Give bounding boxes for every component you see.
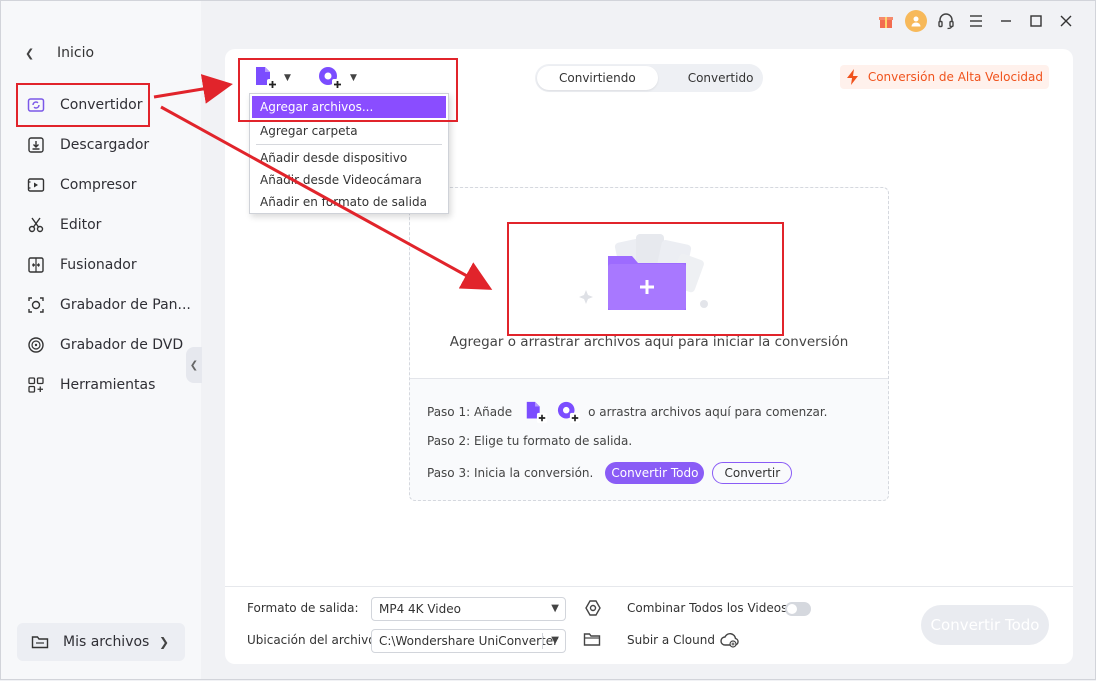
merge-icon <box>28 257 44 273</box>
sidebar: ❮ Inicio Convertidor Descargador Compres… <box>1 1 201 679</box>
gift-icon[interactable] <box>871 9 901 33</box>
add-file-icon <box>256 67 278 90</box>
add-from-disc-button[interactable]: ▼ <box>317 65 357 91</box>
sidebar-item-label: Descargador <box>60 137 150 153</box>
sidebar-item-fusionador[interactable]: Fusionador <box>1 245 201 285</box>
disc-add-icon <box>319 67 343 90</box>
step-1: Paso 1: Añade o arrastra archivos aquí p… <box>427 400 828 424</box>
tools-grid-icon <box>28 377 44 393</box>
sidebar-item-herramientas[interactable]: Herramientas <box>1 365 201 405</box>
high-speed-conversion-toggle[interactable]: Conversión de Alta Velocidad <box>839 65 1049 89</box>
back-home-label: Inicio <box>57 45 95 61</box>
sidebar-item-label: Herramientas <box>60 377 156 393</box>
converter-icon <box>27 98 45 112</box>
sidebar-item-label: Editor <box>60 217 102 233</box>
upload-cloud-label: Subir a Clound <box>627 633 715 647</box>
disc-icon <box>28 337 44 353</box>
convert-all-small-button[interactable]: Convertir Todo <box>605 462 705 484</box>
sidebar-nav: Convertidor Descargador Compresor Editor… <box>1 85 201 405</box>
menu-icon[interactable] <box>961 9 991 33</box>
add-files-button[interactable]: ▼ <box>253 65 291 91</box>
add-files-dropdown-menu: Agregar archivos... Agregar carpeta Añad… <box>249 93 449 214</box>
sidebar-item-label: Convertidor <box>60 97 143 113</box>
app-window: ❮ Inicio Convertidor Descargador Compres… <box>0 0 1096 680</box>
sidebar-item-label: Grabador de Pan... <box>60 297 191 313</box>
menu-item-add-in-output-format[interactable]: Añadir en formato de salida <box>250 191 448 213</box>
sidebar-item-label: Grabador de DVD <box>60 337 184 353</box>
my-files-button[interactable]: Mis archivos ❯ <box>17 623 185 661</box>
menu-item-add-from-camcorder[interactable]: Añadir desde Videocámara <box>250 169 448 191</box>
disc-add-icon[interactable] <box>556 400 582 424</box>
sidebar-item-grabador-dvd[interactable]: Grabador de DVD <box>1 325 201 365</box>
output-format-label: Formato de salida: <box>247 601 359 615</box>
drop-zone-upper <box>410 188 888 379</box>
folder-add-illustration[interactable] <box>578 230 718 314</box>
step-1-prefix: Paso 1: Añade <box>427 405 513 419</box>
folder-icon <box>31 636 49 649</box>
screen-record-icon <box>28 297 44 313</box>
output-format-value: MP4 4K Video <box>379 602 461 616</box>
chevron-left-icon: ❮ <box>189 359 199 371</box>
close-icon[interactable] <box>1051 9 1081 33</box>
file-location-label: Ubicación del archivo: <box>247 633 380 647</box>
compress-icon <box>27 178 45 192</box>
menu-item-add-files[interactable]: Agregar archivos... <box>252 96 446 118</box>
my-files-label: Mis archivos <box>63 634 150 650</box>
sidebar-item-label: Compresor <box>60 177 137 193</box>
sidebar-item-convertidor[interactable]: Convertidor <box>1 85 201 125</box>
sidebar-collapse-toggle[interactable]: ❮ <box>186 347 202 383</box>
merge-videos-label: Combinar Todos los Videos <box>627 601 788 615</box>
step-3: Paso 3: Inicia la conversión. Convertir … <box>427 462 793 484</box>
drop-zone-text: Agregar o arrastrar archivos aquí para i… <box>449 334 849 350</box>
drop-zone[interactable]: Agregar o arrastrar archivos aquí para i… <box>409 187 889 501</box>
headset-support-icon[interactable] <box>931 9 961 33</box>
format-settings-icon[interactable] <box>583 598 603 618</box>
chevron-down-icon: ▼ <box>284 73 291 83</box>
output-format-select[interactable]: MP4 4K Video ▼ <box>371 597 566 621</box>
download-icon <box>28 137 44 153</box>
scissors-icon <box>28 217 44 233</box>
bottom-bar: Formato de salida: MP4 4K Video ▼ Combin… <box>225 586 1073 665</box>
open-folder-icon[interactable] <box>583 631 601 647</box>
titlebar-controls <box>871 9 1081 33</box>
status-tabs: Convirtiendo Convertido <box>535 64 763 92</box>
high-speed-label: Conversión de Alta Velocidad <box>867 70 1043 84</box>
menu-separator <box>256 144 442 145</box>
chevron-down-icon: ▼ <box>350 73 357 83</box>
back-home-link[interactable]: ❮ Inicio <box>25 43 94 63</box>
sidebar-item-descargador[interactable]: Descargador <box>1 125 201 165</box>
file-location-select[interactable]: C:\Wondershare UniConverter ▼ <box>371 629 566 653</box>
chevron-left-icon: ❮ <box>25 46 35 60</box>
step-3-text: Paso 3: Inicia la conversión. <box>427 466 594 480</box>
chevron-down-icon: ▼ <box>551 603 559 614</box>
add-file-icon[interactable] <box>524 400 548 424</box>
tab-convirtiendo[interactable]: Convirtiendo <box>537 66 658 90</box>
step-1-suffix: o arrastra archivos aquí para comenzar. <box>588 405 828 419</box>
sidebar-item-grabador-pantalla[interactable]: Grabador de Pan... <box>1 285 201 325</box>
toggle-knob <box>787 604 797 614</box>
convert-all-button[interactable]: Convertir Todo <box>921 605 1049 645</box>
sidebar-item-compresor[interactable]: Compresor <box>1 165 201 205</box>
menu-item-add-folder[interactable]: Agregar carpeta <box>250 120 448 142</box>
user-avatar-icon[interactable] <box>901 9 931 33</box>
lightning-icon <box>846 69 858 85</box>
minimize-icon[interactable] <box>991 9 1021 33</box>
convert-small-button[interactable]: Convertir <box>712 462 793 484</box>
step-2: Paso 2: Elige tu formato de salida. <box>427 434 633 448</box>
chevron-right-icon: ❯ <box>158 635 169 649</box>
chevron-down-icon: ▼ <box>551 635 559 646</box>
sidebar-item-editor[interactable]: Editor <box>1 205 201 245</box>
tab-convertido[interactable]: Convertido <box>662 66 780 90</box>
sidebar-item-label: Fusionador <box>60 257 137 273</box>
menu-item-add-from-device[interactable]: Añadir desde dispositivo <box>250 147 448 169</box>
maximize-icon[interactable] <box>1021 9 1051 33</box>
select-divider <box>542 633 543 649</box>
cloud-upload-icon[interactable] <box>719 631 741 649</box>
merge-videos-toggle[interactable] <box>785 602 811 616</box>
file-location-value: C:\Wondershare UniConverter <box>379 634 559 648</box>
